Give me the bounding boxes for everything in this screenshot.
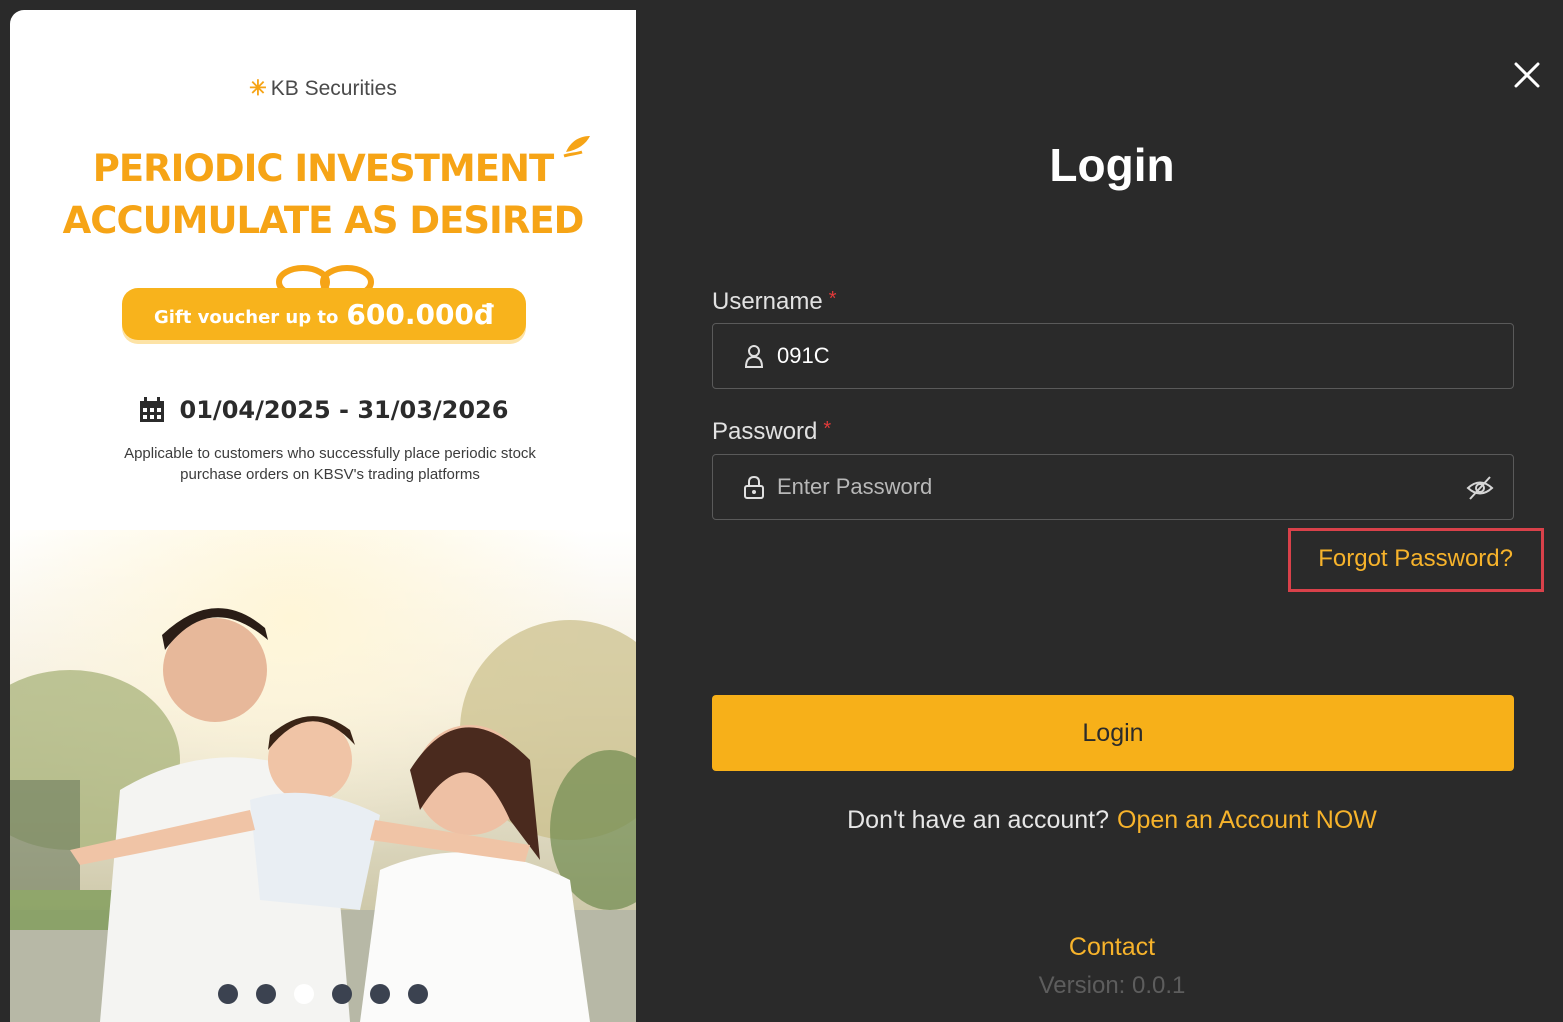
password-input[interactable] [777,474,1437,500]
brand-name: KB Securities [270,77,397,100]
voucher-amount: 600.000đ [346,297,494,331]
voucher-text: Gift voucher up to [154,306,339,328]
promo-dates: 01/04/2025 - 31/03/2026 [10,396,636,424]
user-icon [744,345,764,368]
forgot-password-link[interactable]: Forgot Password? [1318,545,1513,573]
username-label: Username * [712,288,837,316]
required-mark: * [823,418,832,440]
carousel-dot[interactable] [294,984,314,1004]
kb-logo-icon: ✳ [249,77,267,100]
close-icon[interactable] [1510,58,1544,92]
password-label: Password * [712,418,831,446]
voucher-badge: Gift voucher up to 600.000đ [122,288,526,340]
contact-link[interactable]: Contact [1069,933,1155,961]
dates-text: 01/04/2025 - 31/03/2026 [179,396,509,424]
forgot-password-highlight: Forgot Password? [1288,528,1544,592]
open-account-link[interactable]: Open an Account NOW [1117,806,1377,834]
carousel-dot[interactable] [332,984,352,1004]
calendar-icon [139,397,164,422]
carousel-dot[interactable] [408,984,428,1004]
carousel-dot[interactable] [370,984,390,1004]
password-label-text: Password [712,418,818,445]
version-label: Version: 0.0.1 [1038,972,1186,999]
username-field[interactable] [712,323,1514,389]
applicable-line-2: purchase orders on KBSV's trading platfo… [180,466,480,483]
contact-wrap: Contact [636,933,1563,962]
applicable-line-1: Applicable to customers who successfully… [124,445,536,462]
headline-line-1: PERIODIC INVESTMENT [92,147,554,190]
no-account-text: Don't have an account? [847,806,1110,834]
brand-logo: ✳ KB Securities [10,76,636,101]
login-window: ✳ KB Securities PERIODIC INVESTMENT ACCUM… [0,0,1563,1022]
username-input[interactable] [777,343,1437,369]
carousel-dot[interactable] [218,984,238,1004]
applicable-note: Applicable to customers who successfully… [80,443,580,485]
required-mark: * [828,288,837,310]
lock-icon [744,475,764,499]
signup-line: Don't have an account? Open an Account NO… [636,806,1563,835]
login-title: Login [1049,139,1175,191]
family-photo [10,530,636,1022]
carousel-dots [218,984,446,1004]
eye-off-icon[interactable] [1465,473,1495,503]
headline-line-2: ACCUMULATE AS DESIRED [62,199,585,242]
login-button[interactable]: Login [712,695,1514,771]
password-field[interactable] [712,454,1514,520]
carousel-dot[interactable] [256,984,276,1004]
promo-banner: ✳ KB Securities PERIODIC INVESTMENT ACCUM… [10,10,636,1022]
username-label-text: Username [712,288,823,315]
